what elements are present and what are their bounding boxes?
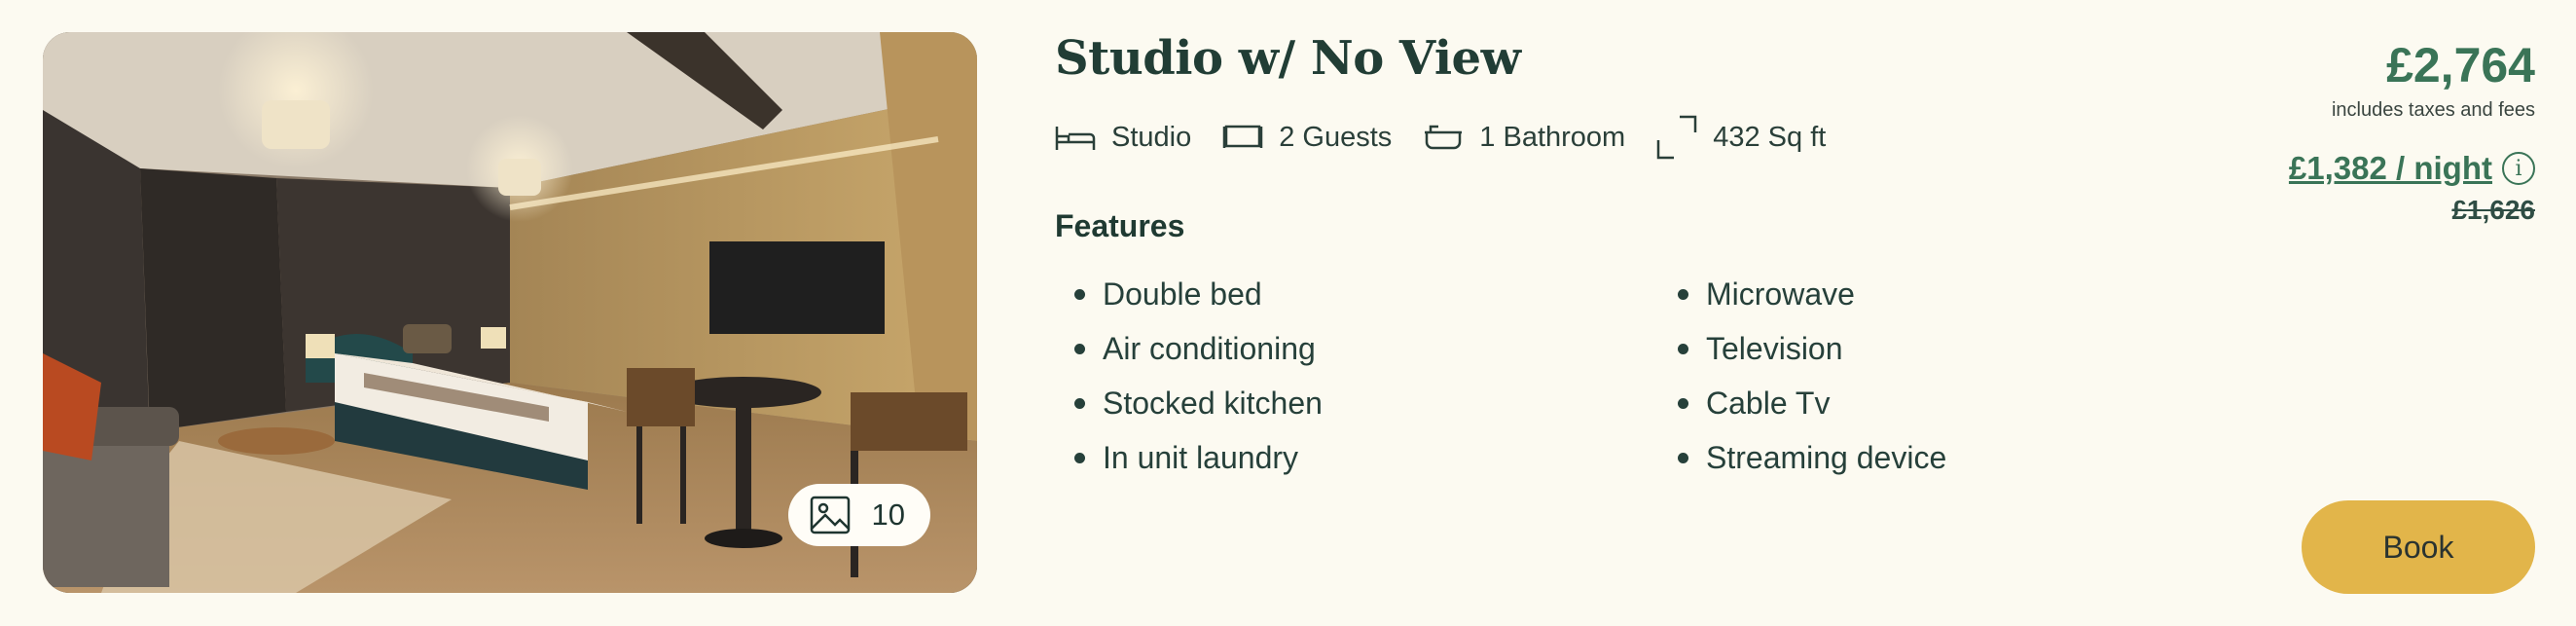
list-item: Double bed: [1055, 267, 1323, 321]
features-list-right: Microwave Television Cable Tv Streaming …: [1658, 267, 1946, 485]
room-title: Studio w/ No View: [1055, 31, 1521, 86]
spec-guests-label: 2 Guests: [1279, 121, 1393, 153]
spec-guests: 2 Guests: [1222, 122, 1392, 154]
list-item: Television: [1658, 321, 1946, 376]
nightly-price-link[interactable]: £1,382 / night: [2289, 150, 2492, 187]
photo-count-button[interactable]: 10: [787, 484, 930, 546]
spec-area-label: 432 Sq ft: [1713, 121, 1827, 153]
list-item: Cable Tv: [1658, 376, 1946, 430]
list-item: Streaming device: [1658, 430, 1946, 485]
book-button[interactable]: Book: [2302, 500, 2535, 594]
total-price: £2,764: [2386, 38, 2535, 92]
spec-room-type-label: Studio: [1111, 121, 1192, 153]
list-item: Microwave: [1658, 267, 1946, 321]
spec-bathroom: 1 Bathroom: [1423, 122, 1625, 154]
list-item: Air conditioning: [1055, 321, 1323, 376]
spec-bathroom-label: 1 Bathroom: [1479, 121, 1626, 153]
spec-area: 432 Sq ft: [1656, 115, 1826, 160]
list-item: Stocked kitchen: [1055, 376, 1323, 430]
room-photo[interactable]: 10: [43, 32, 977, 593]
spec-room-type: Studio: [1055, 122, 1191, 154]
original-price: £1,626: [2451, 195, 2535, 225]
guests-icon: [1222, 125, 1263, 148]
features-list-left: Double bed Air conditioning Stocked kitc…: [1055, 267, 1323, 485]
info-icon[interactable]: i: [2502, 152, 2535, 185]
bed-icon: [1055, 127, 1096, 150]
photo-count-label: 10: [871, 497, 905, 532]
price-note: includes taxes and fees: [2331, 99, 2535, 121]
nightly-price: £1,382 / night i: [2289, 150, 2535, 187]
area-icon: [1656, 115, 1697, 160]
list-item: In unit laundry: [1055, 430, 1323, 485]
bathtub-icon: [1425, 125, 1463, 150]
room-specs: Studio 2 Guests 1 Bathroom 432 Sq ft: [1055, 115, 1857, 160]
features-heading: Features: [1055, 208, 1185, 243]
gallery-icon: [810, 496, 850, 534]
